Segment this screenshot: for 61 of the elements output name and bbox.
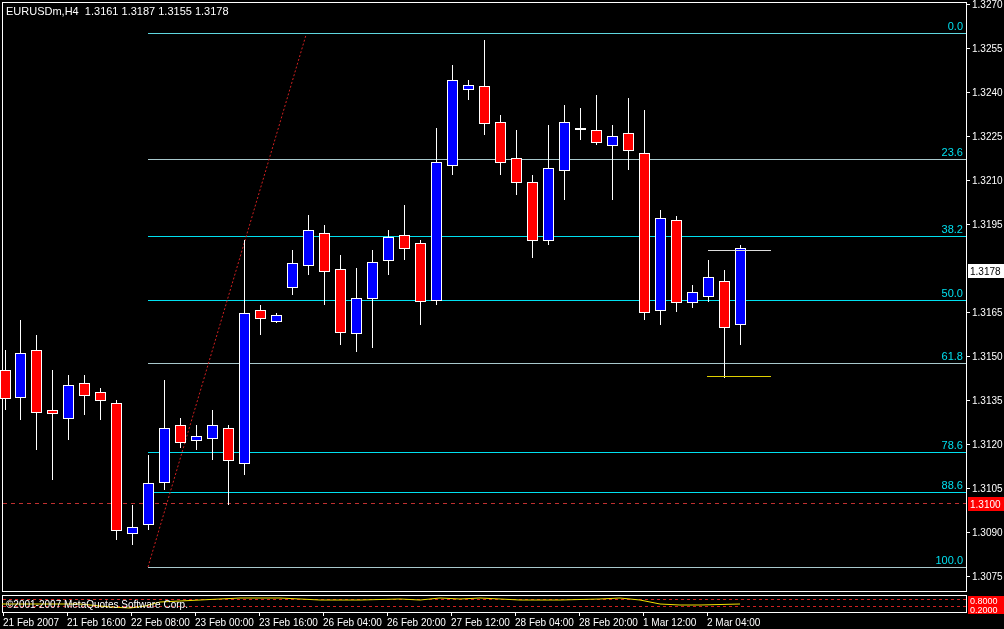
time-label: 23 Feb 00:00 xyxy=(195,617,254,628)
fib-level-label: 61.8 xyxy=(941,350,963,362)
time-label: 26 Feb 20:00 xyxy=(387,617,446,628)
candle xyxy=(399,204,410,261)
candle xyxy=(255,304,266,336)
candle xyxy=(0,349,11,411)
fib-level-label: 100.0 xyxy=(935,554,963,566)
candle xyxy=(511,129,522,196)
candle xyxy=(287,249,298,296)
price-label: 1.3270 xyxy=(972,0,1003,10)
candle xyxy=(495,114,506,176)
time-label: 21 Feb 2007 xyxy=(3,617,60,628)
time-label: 2 Mar 04:00 xyxy=(707,617,761,628)
candle xyxy=(63,374,74,441)
fib-level-label: 88.6 xyxy=(941,479,963,491)
fib-level-label: 38.2 xyxy=(941,223,963,235)
price-label: 1.3120 xyxy=(972,439,1003,450)
indicator-level-tag: 0.8000 xyxy=(968,596,1004,606)
time-label: 27 Feb 12:00 xyxy=(451,617,510,628)
high-marker-line xyxy=(707,250,772,251)
candle xyxy=(463,79,474,101)
current-price-tag: 1.3178 xyxy=(968,264,1004,278)
price-label: 1.3150 xyxy=(972,351,1003,362)
candle xyxy=(575,107,586,141)
candle xyxy=(127,504,138,546)
price-label: 1.3210 xyxy=(972,175,1003,186)
candle xyxy=(95,387,106,421)
candle xyxy=(207,409,218,461)
alert-price-tag: 1.3100 xyxy=(968,497,1004,511)
time-label: 1 Mar 12:00 xyxy=(643,617,697,628)
time-label: 26 Feb 04:00 xyxy=(323,617,382,628)
time-label: 21 Feb 16:00 xyxy=(67,617,126,628)
price-label: 1.3240 xyxy=(972,87,1003,98)
candle xyxy=(79,374,90,416)
time-label: 23 Feb 16:00 xyxy=(259,617,318,628)
chart-title: EURUSDm,H4 1.3161 1.3187 1.3155 1.3178 xyxy=(6,5,229,17)
fib-level-label: 78.6 xyxy=(941,439,963,451)
price-label: 1.3090 xyxy=(972,527,1003,538)
candle xyxy=(175,417,186,449)
fib-level-label: 50.0 xyxy=(941,287,963,299)
low-marker-line xyxy=(706,376,772,377)
candle xyxy=(703,259,714,303)
candle xyxy=(191,424,202,451)
price-label: 1.3075 xyxy=(972,571,1003,582)
price-label: 1.3165 xyxy=(972,307,1003,318)
fib-level-label: 23.6 xyxy=(941,146,963,158)
candle xyxy=(687,284,698,309)
fib-level-label: 0.0 xyxy=(947,20,963,32)
price-label: 1.3105 xyxy=(972,483,1003,494)
candle xyxy=(383,229,394,276)
price-label: 1.3225 xyxy=(972,131,1003,142)
time-label: 28 Feb 04:00 xyxy=(515,617,574,628)
candle xyxy=(303,214,314,276)
time-label: 22 Feb 08:00 xyxy=(131,617,190,628)
candle xyxy=(271,312,282,324)
price-label: 1.3195 xyxy=(972,219,1003,230)
indicator-level-tag: 0.2000 xyxy=(968,605,1004,615)
price-label: 1.3135 xyxy=(972,395,1003,406)
time-label: 28 Feb 20:00 xyxy=(579,617,638,628)
candle xyxy=(591,94,602,146)
price-label: 1.3255 xyxy=(972,43,1003,54)
